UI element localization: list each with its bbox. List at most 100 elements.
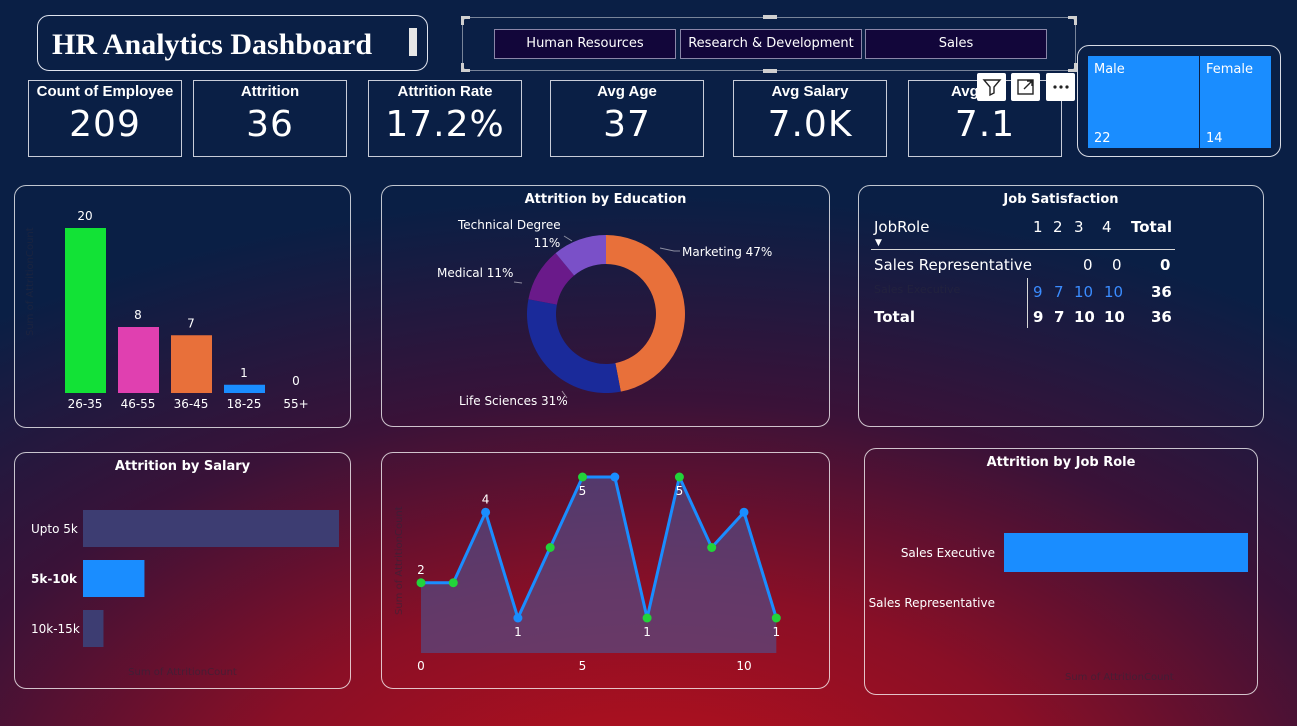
education-slice-label: Technical Degree <box>457 218 561 232</box>
years-point <box>771 613 781 623</box>
slicer-research-development[interactable]: Research & Development <box>680 29 862 59</box>
matrix-total-cell: 7 <box>1054 308 1065 326</box>
title-caret <box>409 28 417 56</box>
kpi-label: Attrition Rate <box>397 83 493 100</box>
resize-handle[interactable] <box>1068 16 1077 25</box>
matrix-cell: 0 <box>1083 256 1093 274</box>
matrix-cell-total: 36 <box>1151 283 1172 301</box>
attrition-by-age-panel: Sum of AttritionCount 20 26-35 8 46-55 7 36-4… <box>14 185 351 428</box>
matrix-cell-total: 0 <box>1160 256 1171 274</box>
education-slice <box>606 235 685 392</box>
years-data-label: 1 <box>772 625 780 639</box>
age-tick-label: 36-45 <box>174 397 209 411</box>
years-data-label: 5 <box>676 484 684 498</box>
years-data-label: 1 <box>514 625 522 639</box>
matrix-divider <box>1027 278 1028 328</box>
more-options-icon[interactable] <box>1046 73 1075 101</box>
gender-label: Male <box>1094 62 1125 77</box>
slicer-sales[interactable]: Sales <box>865 29 1047 59</box>
years-point <box>739 507 749 517</box>
matrix-header-col: 3 <box>1074 218 1084 236</box>
matrix-divider <box>871 249 1175 250</box>
jobrole-bar-chart: Sales Executive Sales Representative <box>869 533 1248 610</box>
matrix-row-label[interactable]: Sales Representative <box>874 256 1032 274</box>
gender-tile-female[interactable]: Female 14 <box>1200 56 1271 148</box>
years-tick-label: 0 <box>417 659 425 673</box>
slicer-human-resources[interactable]: Human Resources <box>494 29 676 59</box>
kpi-avg-salary: Avg Salary 7.0K <box>733 80 887 157</box>
years-point <box>674 472 684 482</box>
years-point <box>448 578 458 588</box>
matrix-cell: 10 <box>1074 283 1094 301</box>
matrix-header-total: Total <box>1131 218 1172 236</box>
resize-handle[interactable] <box>1068 63 1077 72</box>
age-data-label: 20 <box>77 209 92 223</box>
education-leader-line <box>563 235 573 242</box>
education-leader-line <box>513 281 523 284</box>
salary-bar <box>83 560 145 597</box>
matrix-header-jobrole[interactable]: JobRole <box>874 218 929 236</box>
matrix-cell: 9 <box>1033 283 1043 301</box>
years-data-label: 2 <box>417 563 425 577</box>
age-bar <box>224 384 265 393</box>
years-tick-label: 10 <box>736 659 751 673</box>
years-point <box>707 543 717 552</box>
filter-icon[interactable] <box>977 73 1006 101</box>
resize-handle[interactable] <box>763 15 777 19</box>
years-point <box>610 472 620 482</box>
years-data-label: 5 <box>579 484 587 498</box>
age-bar-chart: 20 26-35 8 46-55 7 36-45 1 18-25 0 55+ <box>65 209 309 411</box>
age-tick-label: 26-35 <box>68 397 103 411</box>
gender-treemap: Male 22 Female 14 <box>1077 45 1281 157</box>
education-slice-label: Marketing 47% <box>682 245 772 259</box>
years-data-label: 4 <box>482 492 490 506</box>
jobrole-category-label: Sales Executive <box>901 546 995 560</box>
department-slicer: Human Resources Research & Development S… <box>461 15 1077 73</box>
resize-handle[interactable] <box>461 16 470 25</box>
years-point <box>578 472 587 482</box>
matrix-cell: 7 <box>1054 283 1064 301</box>
resize-handle[interactable] <box>763 69 777 73</box>
gender-value: 22 <box>1094 131 1111 146</box>
kpi-value: 209 <box>69 104 141 145</box>
years-tick-label: 5 <box>579 659 587 673</box>
kpi-count-of-employee: Count of Employee 209 <box>28 80 182 157</box>
years-point <box>545 543 555 552</box>
kpi-label: Count of Employee <box>36 83 174 100</box>
salary-category-label: 10k-15k <box>31 622 80 636</box>
gender-label: Female <box>1206 62 1254 77</box>
jobrole-x-axis-label: Sum of AttritionCount <box>1065 672 1174 683</box>
attrition-by-years-panel: Sum of AttritionCount 2 4 1 5 1 5 1 0 5 10 <box>381 452 830 689</box>
jobrole-bar <box>1004 533 1248 572</box>
years-area-chart: 24151510 5 10 <box>416 472 781 673</box>
sort-caret-icon[interactable]: ▼ <box>875 238 882 248</box>
dashboard-title-text: HR Analytics Dashboard <box>52 28 373 61</box>
gender-tile-male[interactable]: Male 22 <box>1088 56 1199 148</box>
kpi-attrition-rate: Attrition Rate 17.2% <box>368 80 522 157</box>
salary-x-axis-label: Sum of AttritionCount <box>128 667 237 678</box>
years-area <box>421 477 777 653</box>
kpi-label: Avg Age <box>597 83 657 100</box>
salary-bar <box>83 510 339 547</box>
kpi-value: 37 <box>603 104 651 145</box>
matrix-total-cell: 36 <box>1151 308 1172 326</box>
job-satisfaction-title: Job Satisfaction <box>1003 192 1119 207</box>
matrix-header-col: 1 <box>1033 218 1043 236</box>
age-tick-label: 18-25 <box>227 397 262 411</box>
focus-mode-icon[interactable] <box>1011 73 1040 101</box>
age-bar <box>118 327 159 393</box>
education-leader-line <box>659 247 680 252</box>
kpi-value: 17.2% <box>385 104 505 145</box>
matrix-row-label[interactable]: Sales Executive <box>874 283 960 296</box>
age-data-label: 0 <box>292 374 300 388</box>
matrix-cell: 0 <box>1112 256 1122 274</box>
salary-bar-chart: Upto 5k 5k-10k 10k-15k <box>31 510 339 647</box>
matrix-header-col: 2 <box>1053 218 1063 236</box>
resize-handle[interactable] <box>461 63 470 72</box>
jobrole-category-label: Sales Representative <box>869 596 995 610</box>
dashboard-title: HR Analytics Dashboard <box>37 15 428 71</box>
age-tick-label: 46-55 <box>121 397 156 411</box>
kpi-value: 7.1 <box>954 104 1016 145</box>
education-slice <box>527 299 621 393</box>
kpi-attrition: Attrition 36 <box>193 80 347 157</box>
